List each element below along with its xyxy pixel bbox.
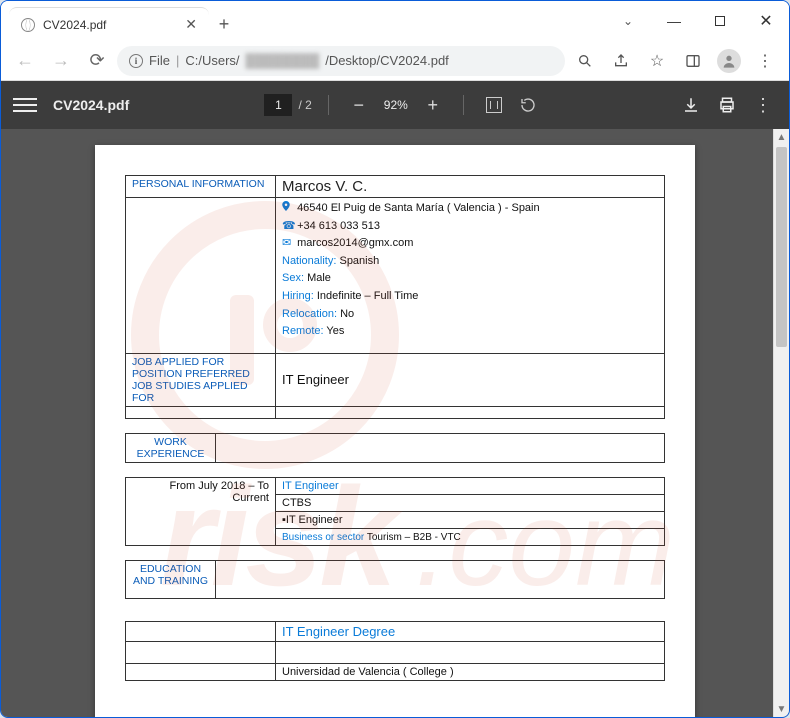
cv-edu-header: EDUCATION AND TRAINING [125,560,665,599]
url-path-redacted: ████████ [246,53,320,68]
rotate-button[interactable] [514,91,542,119]
url-path-pre: C:/Users/ [185,53,239,68]
search-icon[interactable] [569,45,601,77]
scroll-up-icon[interactable]: ▲ [774,129,789,145]
cv-phone: +34 613 033 513 [297,220,380,232]
cv-remote-val: Yes [324,325,345,337]
cv-personal-table: PERSONAL INFORMATION Marcos V. C. 46540 … [125,175,665,419]
globe-icon [21,18,35,32]
menu-button[interactable]: ⋮ [749,45,781,77]
cv-nat-val: Spanish [336,255,379,267]
section-edu-label: EDUCATION AND TRAINING [126,560,216,598]
cv-nat-key: Nationality: [282,255,336,267]
cv-edu-title: IT Engineer Degree [276,621,665,641]
page-number-input[interactable] [264,94,292,116]
pdf-toolbar: CV2024.pdf / 2 − 92% + ⋮ [1,81,789,129]
close-window-button[interactable]: ✕ [743,1,789,41]
share-icon[interactable] [605,45,637,77]
cv-work-entry: From July 2018 – To Current IT Engineer … [125,477,665,546]
cv-hiring-val: Indefinite – Full Time [314,290,419,302]
tabs-dropdown-icon[interactable]: ⌄ [605,1,651,41]
address-bar[interactable]: i File | C:/Users/ ████████ /Desktop/CV202… [117,46,565,76]
tab-close-icon[interactable]: ✕ [185,16,197,33]
maximize-button[interactable] [697,1,743,41]
back-button[interactable]: ← [9,45,41,77]
pdf-viewer[interactable]: risk .com PERSONAL INFORMATION Marcos V.… [1,129,789,717]
minimize-button[interactable]: — [651,1,697,41]
window-controls: ⌄ — ✕ [605,1,789,41]
cv-sex-key: Sex: [282,272,304,284]
cv-work-role: ▪IT Engineer [276,511,665,528]
page-total: / 2 [298,98,311,112]
cv-edu-entry: IT Engineer Degree Universidad de Valenc… [125,621,665,681]
cv-reloc-val: No [337,308,354,320]
section-personal-label: PERSONAL INFORMATION [126,176,276,198]
section-job-label: JOB APPLIED FOR POSITION PREFERRED JOB S… [126,353,276,406]
section-work-label: WORK EXPERIENCE [126,433,216,462]
print-button[interactable] [713,91,741,119]
vertical-scrollbar[interactable]: ▲ ▼ [773,129,789,717]
cv-work-sector-key: Business or sector [282,532,364,543]
url-separator: | [176,53,179,68]
url-path-post: /Desktop/CV2024.pdf [325,53,449,68]
pdf-menu-icon[interactable] [13,98,37,112]
cv-email: marcos2014@gmx.com [297,237,413,249]
cv-work-dates: From July 2018 – To Current [126,477,276,545]
download-button[interactable] [677,91,705,119]
scroll-thumb[interactable] [776,147,787,347]
cv-hiring-key: Hiring: [282,290,314,302]
url-scheme: File [149,53,170,68]
tab-title: CV2024.pdf [43,18,106,32]
reload-button[interactable]: ⟳ [81,45,113,77]
cv-name: Marcos V. C. [282,178,367,195]
toolbar: ← → ⟳ i File | C:/Users/ ████████ /Desktop… [1,41,789,81]
toolbar-icons: ☆ ⋮ [569,45,781,77]
cv-remote-key: Remote: [282,325,324,337]
zoom-out-button[interactable]: − [345,91,373,119]
pdf-page: risk .com PERSONAL INFORMATION Marcos V.… [95,145,695,717]
cv-address: 46540 El Puig de Santa María ( Valencia … [297,202,540,214]
titlebar: CV2024.pdf ✕ + ⌄ — ✕ [1,1,789,41]
cv-job-applied: IT Engineer [276,353,665,406]
pdf-right-controls: ⋮ [677,91,777,119]
cv-sex-val: Male [304,272,331,284]
bookmark-icon[interactable]: ☆ [641,45,673,77]
mail-icon: ✉ [282,235,292,253]
new-tab-button[interactable]: + [209,7,239,41]
forward-button[interactable]: → [45,45,77,77]
pdf-filename: CV2024.pdf [53,97,129,113]
browser-window: CV2024.pdf ✕ + ⌄ — ✕ ← → ⟳ i File | C:/U… [0,0,790,718]
cv-work-sector-val: Tourism – B2B - VTC [364,532,461,543]
cv-contact-block: 46540 El Puig de Santa María ( Valencia … [276,198,665,354]
cv-work-title: IT Engineer [276,477,665,494]
profile-button[interactable] [713,45,745,77]
cv-reloc-key: Relocation: [282,308,337,320]
pdf-more-button[interactable]: ⋮ [749,91,777,119]
zoom-level: 92% [379,98,413,112]
cv-work-company: CTBS [276,494,665,511]
cv-work-header: WORK EXPERIENCE [125,433,665,463]
fit-page-button[interactable] [480,91,508,119]
avatar-icon [717,49,741,73]
pin-icon [282,200,292,218]
browser-tab[interactable]: CV2024.pdf ✕ [9,7,209,41]
phone-icon: ☎ [282,218,292,236]
scroll-down-icon[interactable]: ▼ [774,701,789,717]
file-info-icon: i [129,54,143,68]
zoom-in-button[interactable]: + [419,91,447,119]
pdf-center-controls: / 2 − 92% + [264,91,541,119]
cv-edu-school: Universidad de Valencia ( College ) [276,663,665,680]
sidepanel-icon[interactable] [677,45,709,77]
